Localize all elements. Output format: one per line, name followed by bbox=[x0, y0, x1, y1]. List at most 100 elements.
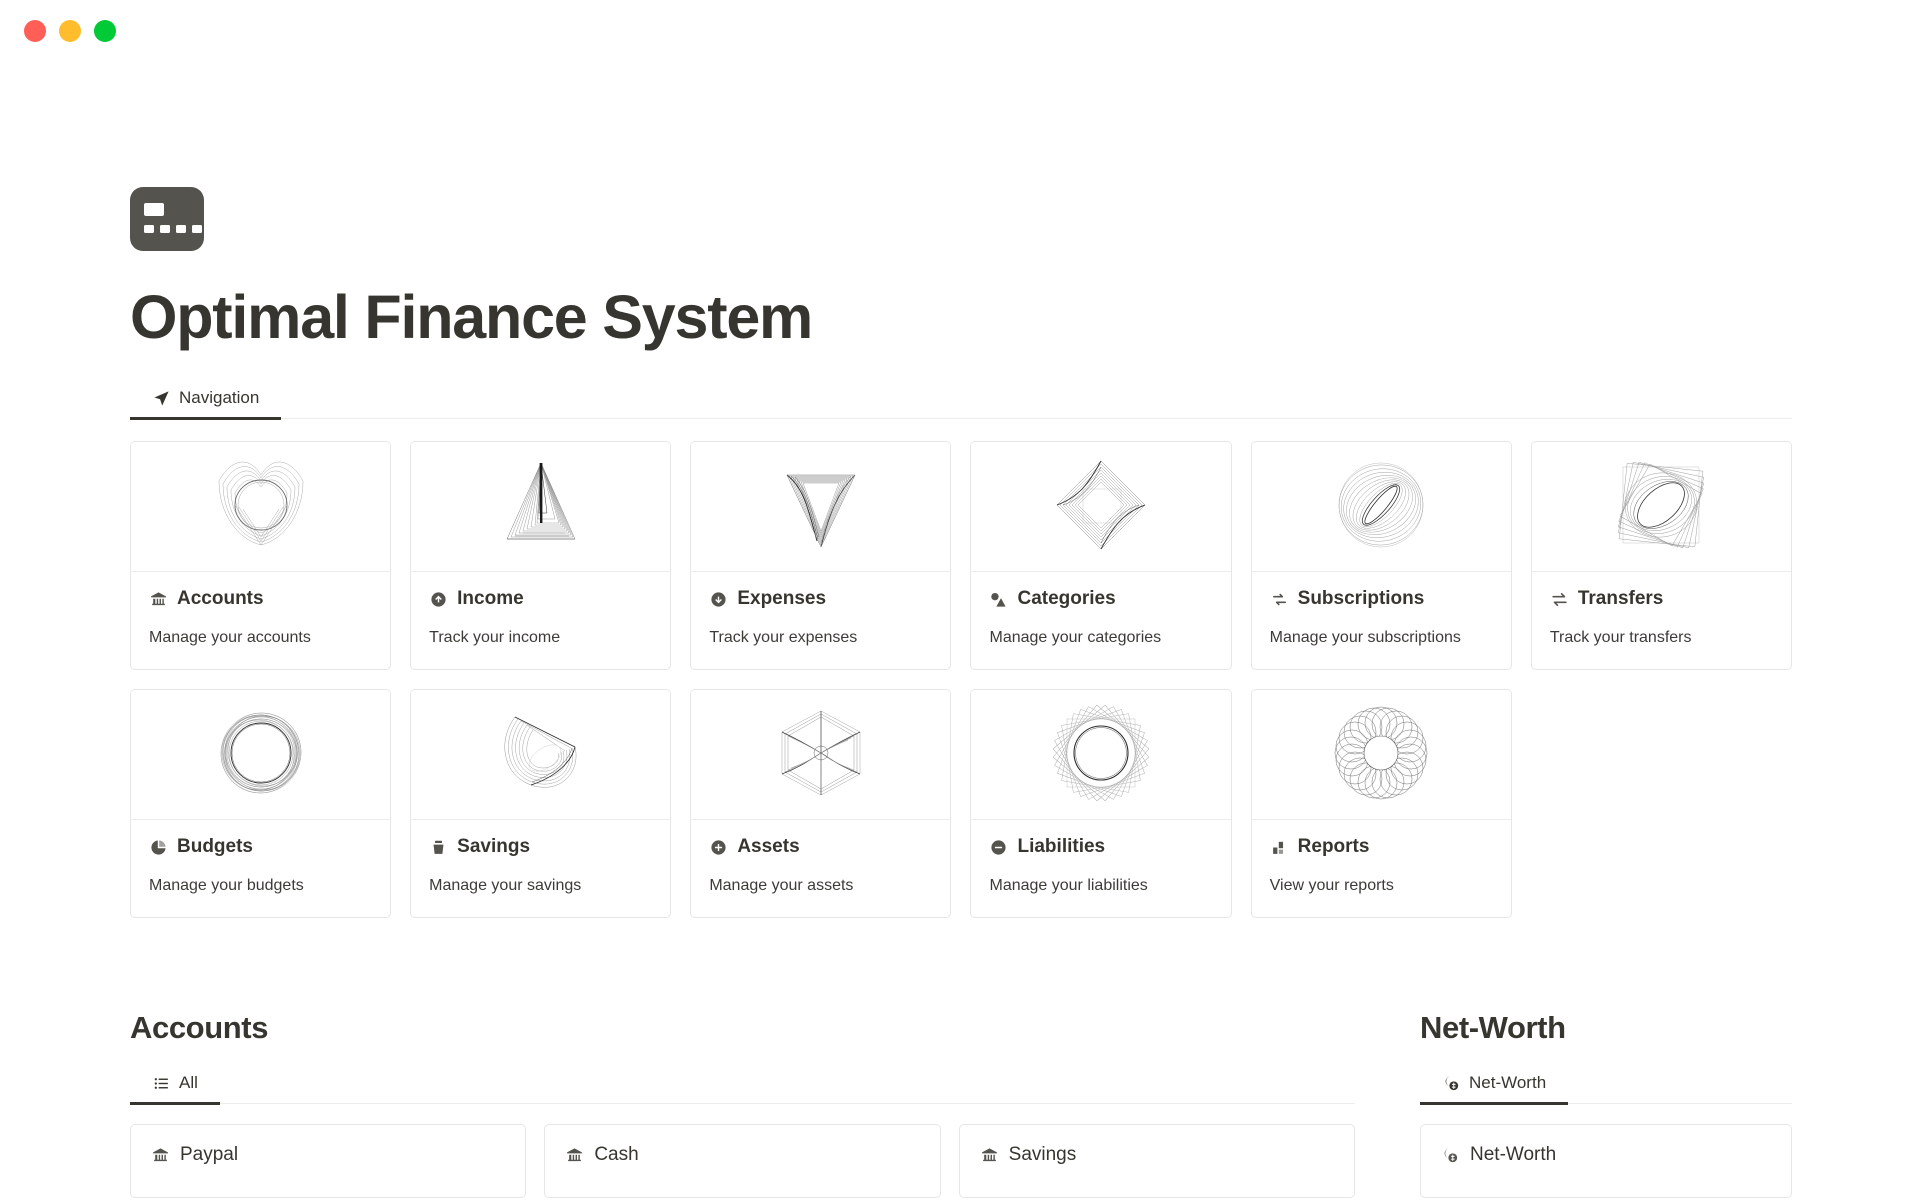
list-icon bbox=[152, 1074, 170, 1092]
traffic-lights bbox=[24, 20, 116, 42]
coins-icon bbox=[1442, 1074, 1460, 1092]
bottom-sections: Accounts All Paypal Cash Savings Net-Wor… bbox=[130, 1010, 1792, 1199]
card-title: Assets bbox=[737, 836, 800, 858]
navigation-card-grid: Accounts Manage your accounts Income Tra… bbox=[130, 441, 1792, 919]
minicard-title-row: Cash bbox=[565, 1144, 919, 1166]
card-title: Income bbox=[457, 588, 524, 610]
arrow-down-circle-icon bbox=[709, 590, 728, 609]
assets-art bbox=[691, 690, 951, 821]
pie-chart-icon bbox=[149, 838, 168, 857]
navigation-tabstrip: Navigation bbox=[130, 377, 1792, 420]
nav-card-budgets[interactable]: Budgets Manage your budgets bbox=[130, 689, 392, 919]
list-item[interactable]: Savings bbox=[958, 1124, 1355, 1199]
nav-card-accounts[interactable]: Accounts Manage your accounts bbox=[130, 441, 392, 671]
account-label: Cash bbox=[594, 1144, 639, 1166]
tab-label: Net-Worth bbox=[1469, 1073, 1547, 1093]
card-title: Subscriptions bbox=[1297, 588, 1425, 610]
categories-art bbox=[971, 442, 1231, 573]
coins-icon bbox=[1441, 1146, 1460, 1165]
savings-art bbox=[411, 690, 671, 821]
card-body: Reports View your reports bbox=[1252, 820, 1511, 917]
repeat-icon bbox=[1270, 590, 1289, 609]
card-title: Liabilities bbox=[1017, 836, 1106, 858]
accounts-section-title: Accounts bbox=[130, 1010, 269, 1046]
minicard-title-row: Paypal bbox=[151, 1144, 505, 1166]
nav-card-transfers[interactable]: Transfers Track your transfers bbox=[1530, 441, 1792, 671]
transfers-art bbox=[1531, 442, 1791, 573]
card-description: Manage your categories bbox=[989, 629, 1162, 647]
card-description: Manage your budgets bbox=[149, 877, 304, 895]
account-label: Paypal bbox=[180, 1144, 239, 1166]
networth-section-title: Net-Worth bbox=[1420, 1010, 1566, 1046]
card-description: Manage your subscriptions bbox=[1269, 629, 1461, 647]
minimize-button[interactable] bbox=[59, 20, 81, 42]
card-body: Categories Manage your categories bbox=[971, 572, 1230, 669]
networth-section: Net-Worth Net-Worth Net-Worth bbox=[1420, 1010, 1792, 1199]
tab-label: Navigation bbox=[179, 388, 260, 408]
budgets-art bbox=[131, 690, 391, 821]
nav-card-categories[interactable]: Categories Manage your categories bbox=[970, 441, 1232, 671]
tab-networth[interactable]: Net-Worth bbox=[1420, 1073, 1569, 1105]
card-title: Expenses bbox=[737, 588, 827, 610]
send-icon bbox=[152, 389, 170, 407]
networth-label: Net-Worth bbox=[1470, 1144, 1557, 1166]
arrows-exchange-icon bbox=[1550, 590, 1569, 609]
nav-card-reports[interactable]: Reports View your reports bbox=[1250, 689, 1512, 919]
accounts-art bbox=[131, 442, 391, 573]
nav-card-income[interactable]: Income Track your income bbox=[410, 441, 672, 671]
card-body: Savings Manage your savings bbox=[411, 820, 670, 917]
bank-icon bbox=[565, 1146, 584, 1165]
arrow-up-circle-icon bbox=[429, 590, 448, 609]
bank-icon bbox=[151, 1146, 170, 1165]
card-title: Reports bbox=[1297, 836, 1370, 858]
close-button[interactable] bbox=[24, 20, 46, 42]
nav-card-savings[interactable]: Savings Manage your savings bbox=[410, 689, 672, 919]
list-item[interactable]: Cash bbox=[544, 1124, 941, 1199]
card-title-row: Transfers bbox=[1550, 588, 1773, 610]
expenses-art bbox=[691, 442, 951, 573]
shapes-icon bbox=[989, 590, 1008, 609]
list-item[interactable]: Paypal bbox=[130, 1124, 527, 1199]
income-art bbox=[411, 442, 671, 573]
card-body: Assets Manage your assets bbox=[691, 820, 950, 917]
tab-navigation[interactable]: Navigation bbox=[130, 388, 282, 420]
card-title-row: Income bbox=[429, 588, 652, 610]
liabilities-art bbox=[971, 690, 1231, 821]
card-title-row: Assets bbox=[709, 836, 932, 858]
tab-all[interactable]: All bbox=[130, 1073, 220, 1105]
window-titlebar bbox=[0, 0, 1920, 62]
networth-list: Net-Worth bbox=[1420, 1124, 1792, 1199]
credit-card-chip bbox=[144, 203, 164, 216]
nav-card-liabilities[interactable]: Liabilities Manage your liabilities bbox=[970, 689, 1232, 919]
credit-card-dots bbox=[144, 225, 202, 233]
card-description: Track your expenses bbox=[709, 629, 858, 647]
accounts-tabstrip: All bbox=[130, 1062, 1355, 1105]
card-title-row: Budgets bbox=[149, 836, 372, 858]
nav-card-subscriptions[interactable]: Subscriptions Manage your subscriptions bbox=[1250, 441, 1512, 671]
card-body: Income Track your income bbox=[411, 572, 670, 669]
card-body: Accounts Manage your accounts bbox=[131, 572, 390, 669]
networth-tabstrip: Net-Worth bbox=[1420, 1062, 1792, 1105]
accounts-section: Accounts All Paypal Cash Savings bbox=[130, 1010, 1355, 1199]
card-title-row: Subscriptions bbox=[1270, 588, 1493, 610]
minicard-title-row: Net-Worth bbox=[1441, 1144, 1771, 1166]
nav-card-expenses[interactable]: Expenses Track your expenses bbox=[690, 441, 952, 671]
bar-chart-icon bbox=[1270, 838, 1289, 857]
list-item[interactable]: Net-Worth bbox=[1420, 1124, 1792, 1199]
card-description: View your reports bbox=[1269, 877, 1394, 895]
tab-label: All bbox=[179, 1073, 198, 1093]
card-title-row: Categories bbox=[989, 588, 1212, 610]
maximize-button[interactable] bbox=[94, 20, 116, 42]
page-title: Optimal Finance System bbox=[130, 283, 813, 351]
card-description: Track your transfers bbox=[1549, 629, 1692, 647]
piggy-bank-icon bbox=[429, 838, 448, 857]
accounts-list: Paypal Cash Savings bbox=[130, 1124, 1355, 1199]
card-title-row: Accounts bbox=[149, 588, 372, 610]
card-title-row: Savings bbox=[429, 836, 652, 858]
minicard-title-row: Savings bbox=[980, 1144, 1334, 1166]
credit-card-icon bbox=[130, 187, 204, 251]
card-description: Manage your assets bbox=[709, 877, 854, 895]
plus-circle-icon bbox=[709, 838, 728, 857]
card-body: Liabilities Manage your liabilities bbox=[971, 820, 1230, 917]
nav-card-assets[interactable]: Assets Manage your assets bbox=[690, 689, 952, 919]
